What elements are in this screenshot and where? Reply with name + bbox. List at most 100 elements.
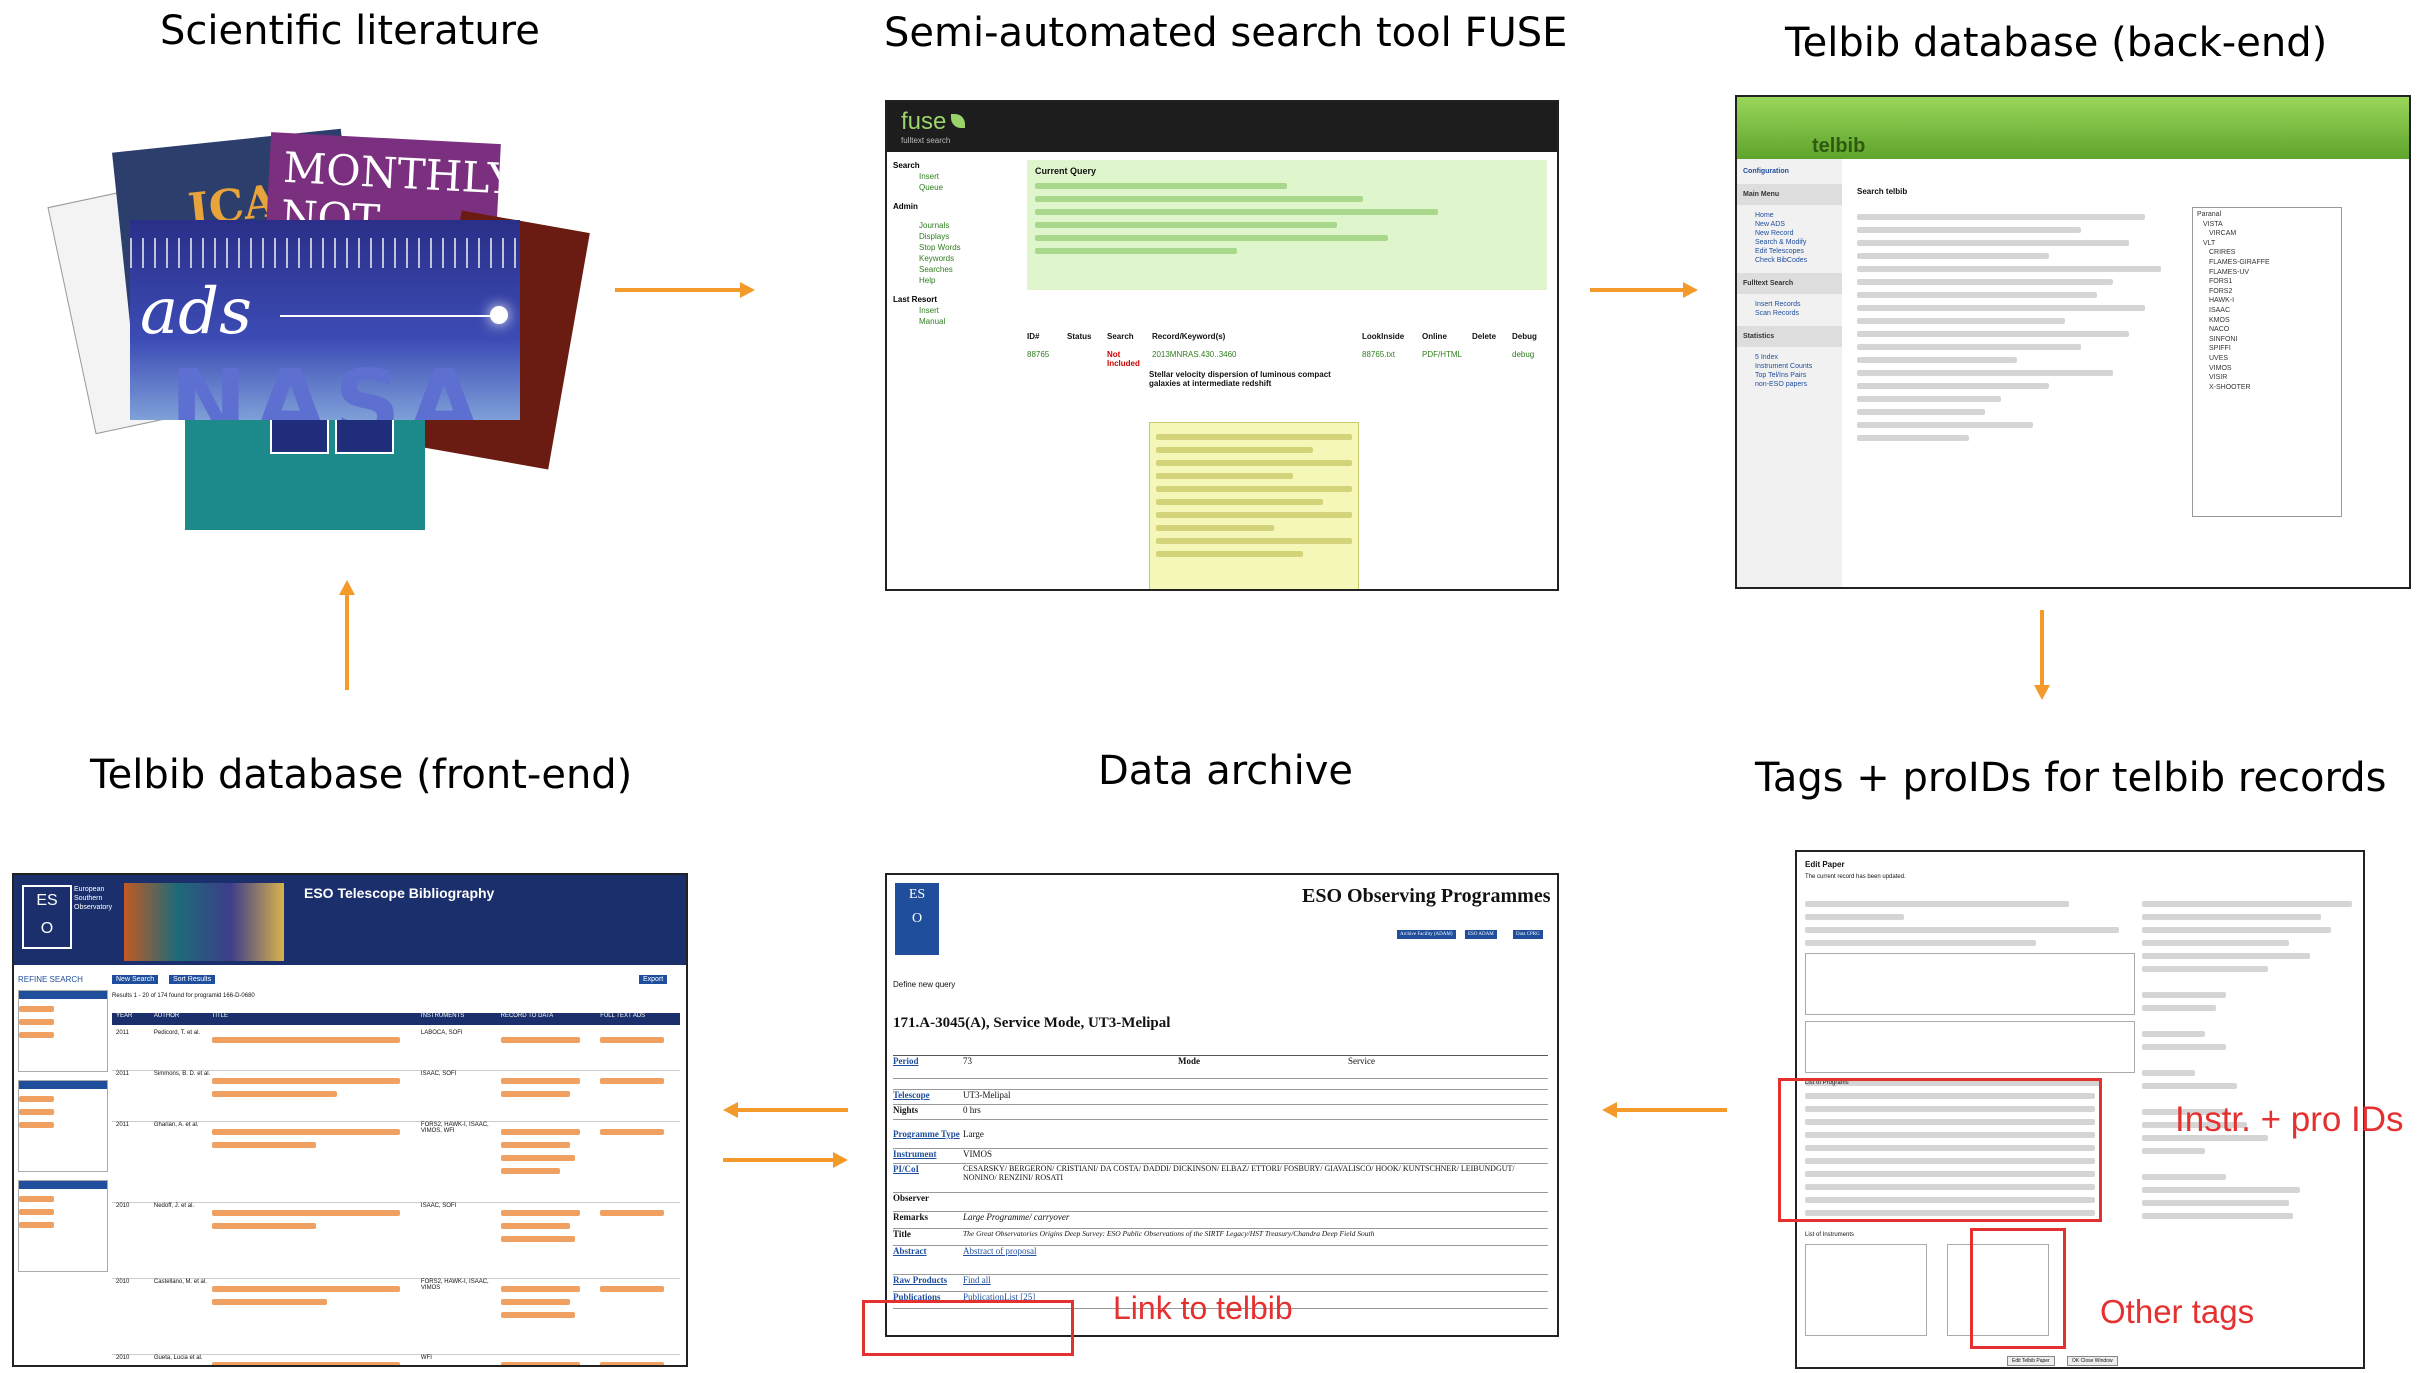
menu-item[interactable]: 5 Index	[1737, 347, 1842, 362]
fuse-sidebar-item[interactable]: Admin	[893, 201, 993, 212]
cell[interactable]: 88765	[1027, 350, 1057, 368]
star-icon	[490, 306, 508, 324]
th: Debug	[1512, 332, 1537, 341]
fuse-sidebar-item[interactable]: Insert	[893, 171, 993, 182]
fuse-sidebar-item[interactable]: Searches	[893, 264, 993, 275]
menu-item[interactable]: New Record	[1737, 229, 1842, 238]
instrument-option[interactable]: FLAMES-GIRAFFE	[2197, 258, 2337, 268]
raw-products-link[interactable]: Find all	[963, 1275, 991, 1291]
th: Search	[1107, 332, 1134, 341]
telbib-form	[1857, 207, 2177, 577]
current-query-label: Current Query	[1035, 166, 1097, 176]
eso-text: European Southern Observatory	[74, 886, 113, 911]
fuse-sidebar-item[interactable]: Journals	[893, 220, 993, 231]
th: LookInside	[1362, 332, 1405, 341]
telbib-search-heading: Search telbib	[1857, 187, 1908, 196]
abstract-link[interactable]: Abstract of proposal	[963, 1246, 1036, 1274]
instrument-option[interactable]: SPIFFI	[2197, 344, 2337, 354]
save-paper-button[interactable]: Edit Telbib Paper	[2007, 1356, 2055, 1366]
cell[interactable]: 2013MNRAS.430..3460	[1152, 350, 1352, 368]
menu-item[interactable]: Insert Records	[1737, 294, 1842, 309]
archive-button-2[interactable]: ESO ADAM	[1465, 930, 1497, 939]
fuse-logo-sub: fulltext search	[901, 136, 951, 145]
instrument-option[interactable]: KMOS	[2197, 316, 2337, 326]
cell[interactable]: 88765.txt	[1362, 350, 1412, 368]
col-year[interactable]: YEAR	[112, 1013, 154, 1025]
fuse-record-title: Stellar velocity dispersion of luminous …	[1149, 370, 1331, 388]
instrument-option[interactable]: VLT	[2197, 239, 2337, 249]
paper-form-right	[2142, 894, 2352, 1226]
new-search-button[interactable]: New Search	[112, 975, 159, 984]
col-title[interactable]: TITLE	[212, 1013, 421, 1025]
fuse-sidebar-item[interactable]: Manual	[893, 316, 993, 327]
define-query-link[interactable]: Define new query	[893, 980, 955, 989]
fuse-sidebar-item[interactable]: Displays	[893, 231, 993, 242]
sort-results-button[interactable]: Sort Results	[169, 975, 216, 984]
fuse-header: fuse fulltext search	[887, 102, 1557, 152]
instrument-option[interactable]: Paranal	[2197, 210, 2337, 220]
instrument-option[interactable]: VIMOS	[2197, 364, 2337, 374]
menu-item[interactable]: Top Tel/Ins Pairs	[1737, 371, 1842, 380]
fuse-table-row: 88765 Not Included 2013MNRAS.430..3460 8…	[1027, 350, 1547, 368]
col-author[interactable]: AUTHOR	[154, 1013, 212, 1025]
close-window-button[interactable]: OK Close Window	[2067, 1356, 2118, 1366]
instrument-option[interactable]: FORS2	[2197, 287, 2337, 297]
field-label-period[interactable]: Period	[893, 1056, 963, 1078]
cell[interactable]: debug	[1512, 350, 1542, 368]
instrument-option[interactable]: UVES	[2197, 354, 2337, 364]
cell	[1067, 350, 1097, 368]
instrument-option[interactable]: HAWK-I	[2197, 296, 2337, 306]
th: Record/Keyword(s)	[1152, 332, 1226, 341]
archive-fields: Period 73 Mode Service Telescope UT3-Meli…	[893, 1055, 1548, 1309]
menu-item[interactable]: New ADS	[1737, 220, 1842, 229]
fuse-sidebar-item[interactable]: Search	[893, 160, 993, 171]
col-fulltext[interactable]: FULL TEXT ADS	[600, 1013, 680, 1025]
fuse-current-query: Current Query	[1027, 160, 1547, 290]
menu-item[interactable]: Statistics	[1737, 326, 1842, 347]
menu-item[interactable]: Home	[1737, 205, 1842, 220]
instrument-option[interactable]: VIRCAM	[2197, 229, 2337, 239]
instrument-option[interactable]: FLAMES-UV	[2197, 268, 2337, 278]
instrument-option[interactable]: VISIR	[2197, 373, 2337, 383]
instrument-listbox[interactable]: Paranal VISTA VIRCAM VLT CRIRES FLAMES-G…	[2192, 207, 2342, 517]
menu-item[interactable]: Main Menu	[1737, 184, 1842, 205]
cell[interactable]	[1472, 350, 1502, 368]
instrument-option[interactable]: FORS1	[2197, 277, 2337, 287]
table-row: 2011 Simmons, B. D. et al. ISAAC, SOFI	[112, 1071, 680, 1122]
archive-eso-logo: ES O	[895, 883, 939, 955]
fuse-sidebar-item[interactable]: Insert	[893, 305, 993, 316]
fuse-sidebar-item[interactable]: Last Resort	[893, 294, 993, 305]
fuse-screenshot: fuse fulltext search Search Insert Queue…	[885, 100, 1559, 591]
programme-title: 171.A-3045(A), Service Mode, UT3-Melipal	[893, 1015, 1171, 1031]
instrument-option[interactable]: NACO	[2197, 325, 2337, 335]
facet-instrument[interactable]	[18, 1180, 108, 1272]
col-instruments[interactable]: INSTRUMENTS	[421, 1013, 501, 1025]
fuse-sidebar-item[interactable]: Help	[893, 275, 993, 286]
archive-button-1[interactable]: Archive Facility (ADAM)	[1397, 930, 1456, 939]
archive-button-3[interactable]: Data CPRG	[1513, 930, 1543, 939]
results-rows: 2011 Pedicord, T. et al. LABOCA, SOFI 201…	[112, 1030, 680, 1365]
fuse-sidebar-item[interactable]: Keywords	[893, 253, 993, 264]
fuse-sidebar-item[interactable]: Stop Words	[893, 242, 993, 253]
facet-year[interactable]	[18, 990, 108, 1072]
instrument-option[interactable]: ISAAC	[2197, 306, 2337, 316]
instrument-option[interactable]: CRIRES	[2197, 248, 2337, 258]
telbib-sidebar: Configuration Main Menu Home New ADS New…	[1737, 159, 1842, 587]
instrument-option[interactable]: X-SHOOTER	[2197, 383, 2337, 393]
menu-item[interactable]: Fulltext Search	[1737, 273, 1842, 294]
instrument-option[interactable]: SINFONI	[2197, 335, 2337, 345]
col-record[interactable]: RECORD TO DATA	[501, 1013, 601, 1025]
menu-item[interactable]: Check BibCodes	[1737, 256, 1842, 265]
cell[interactable]: PDF/HTML	[1422, 350, 1462, 368]
menu-item[interactable]: Scan Records	[1737, 309, 1842, 318]
table-row: 2011 Pedicord, T. et al. LABOCA, SOFI	[112, 1030, 680, 1071]
menu-item[interactable]: Search & Modify	[1737, 238, 1842, 247]
export-button[interactable]: Export	[639, 975, 668, 984]
menu-item[interactable]: non-ESO papers	[1737, 380, 1842, 389]
menu-item[interactable]: Instrument Counts	[1737, 362, 1842, 371]
menu-item[interactable]: Edit Telescopes	[1737, 247, 1842, 256]
instrument-option[interactable]: VISTA	[2197, 220, 2337, 230]
facet-journal[interactable]	[18, 1080, 108, 1172]
menu-item[interactable]: Configuration	[1737, 159, 1842, 184]
fuse-sidebar-item[interactable]: Queue	[893, 182, 993, 193]
